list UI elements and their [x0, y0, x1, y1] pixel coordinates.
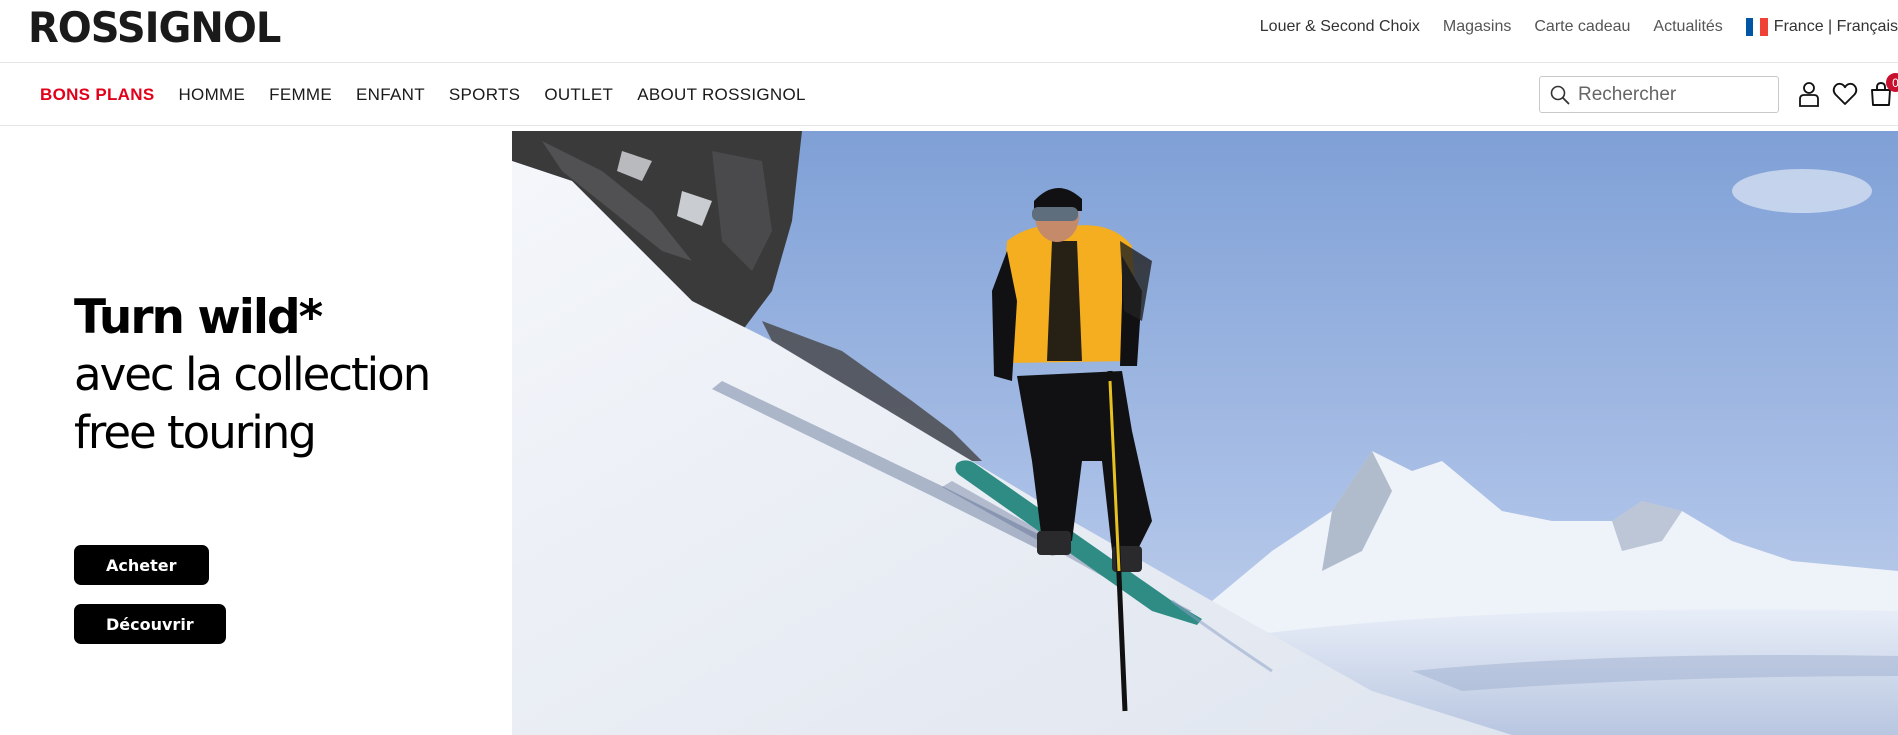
search-icon[interactable]: [1550, 85, 1570, 105]
hero-subtitle-line-1: avec la collection: [74, 348, 431, 402]
locale-label: France | Français: [1773, 18, 1898, 35]
cart-button[interactable]: 0: [1867, 73, 1898, 109]
hero-ski-touring-image: [512, 131, 1898, 735]
header-actions: 0: [1795, 73, 1898, 109]
account-icon: [1799, 82, 1819, 107]
nav-item-bons-plans[interactable]: BONS PLANS: [40, 85, 154, 105]
nav-item-homme[interactable]: HOMME: [178, 85, 245, 105]
buy-button[interactable]: Acheter: [74, 545, 209, 585]
france-flag-icon: [1745, 18, 1768, 36]
nav-item-outlet[interactable]: OUTLET: [544, 85, 613, 105]
utility-link-stores[interactable]: Magasins: [1443, 18, 1511, 36]
hero-title: Turn wild*: [74, 290, 323, 345]
wishlist-heart-icon: [1832, 82, 1858, 105]
search-input[interactable]: [1578, 83, 1768, 106]
discover-button[interactable]: Découvrir: [74, 604, 226, 644]
nav-item-enfant[interactable]: ENFANT: [356, 85, 425, 105]
top-header: ROSSIGNOL Louer & Second Choix Magasins …: [0, 0, 1898, 63]
locale-selector[interactable]: France | Français: [1745, 18, 1898, 36]
nav-item-about-rossignol[interactable]: ABOUT ROSSIGNOL: [637, 85, 806, 105]
cart-count-badge: 0: [1886, 73, 1898, 92]
utility-link-rent-second-choice[interactable]: Louer & Second Choix: [1260, 18, 1420, 36]
utility-link-gift-card[interactable]: Carte cadeau: [1534, 18, 1630, 36]
account-button[interactable]: [1795, 79, 1823, 109]
wishlist-button[interactable]: [1831, 79, 1859, 109]
brand-logo[interactable]: ROSSIGNOL: [28, 4, 281, 52]
main-nav: BONS PLANS HOMME FEMME ENFANT SPORTS OUT…: [0, 63, 1898, 126]
nav-item-sports[interactable]: SPORTS: [449, 85, 520, 105]
nav-item-femme[interactable]: FEMME: [269, 85, 332, 105]
utility-nav: Louer & Second Choix Magasins Carte cade…: [1260, 18, 1898, 36]
search-box[interactable]: [1539, 76, 1779, 113]
utility-link-news[interactable]: Actualités: [1653, 18, 1722, 36]
hero-copy: Turn wild* avec la collection free touri…: [74, 290, 431, 462]
hero-subtitle-line-2: free touring: [74, 406, 317, 460]
hero-image[interactable]: [512, 131, 1898, 735]
